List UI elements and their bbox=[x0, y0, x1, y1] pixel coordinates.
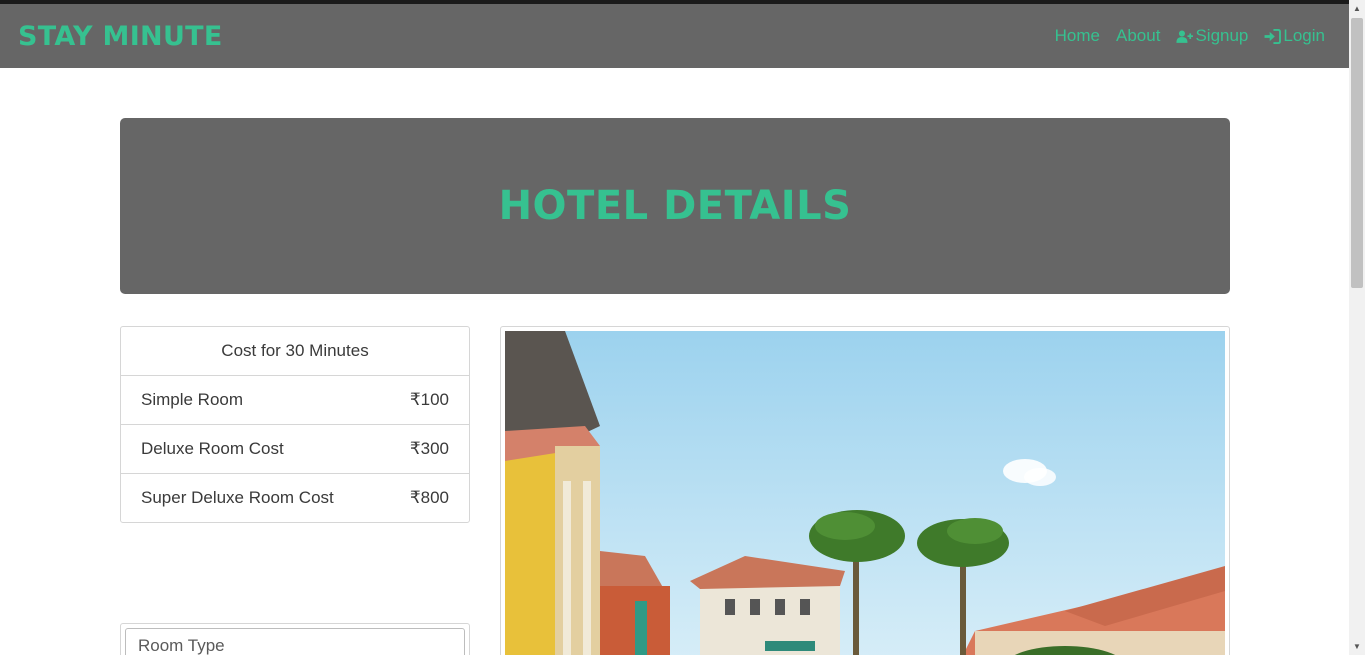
navbar: STAY MINUTE Home About Signup Login bbox=[0, 4, 1349, 68]
nav-login-label: Login bbox=[1283, 26, 1325, 45]
room-name: Deluxe Room Cost bbox=[141, 439, 284, 458]
nav-home-label: Home bbox=[1054, 26, 1101, 45]
nav-login-link[interactable]: Login bbox=[1264, 26, 1325, 46]
nav-home-link[interactable]: Home bbox=[1055, 26, 1100, 46]
price-row: Simple Room ₹100 bbox=[121, 376, 469, 425]
hotel-photo-card bbox=[500, 326, 1230, 655]
price-row: Deluxe Room Cost ₹300 bbox=[121, 425, 469, 474]
nav-about-label: About bbox=[1116, 26, 1161, 45]
user-plus-icon bbox=[1176, 29, 1194, 43]
nav-signup-link[interactable]: Signup bbox=[1176, 26, 1248, 46]
price-row: Super Deluxe Room Cost ₹800 bbox=[121, 474, 469, 522]
nav-signup-label: Signup bbox=[1195, 26, 1249, 45]
scrollbar-thumb[interactable] bbox=[1351, 18, 1363, 288]
nav-about-link[interactable]: About bbox=[1116, 26, 1160, 46]
sign-in-icon bbox=[1264, 28, 1282, 44]
scroll-down-arrow-icon[interactable]: ▼ bbox=[1351, 640, 1363, 654]
page-title: HOTEL DETAILS bbox=[498, 183, 852, 229]
room-price: ₹800 bbox=[409, 488, 449, 507]
scroll-up-arrow-icon[interactable]: ▲ bbox=[1351, 2, 1363, 16]
nav-links: Home About Signup Login bbox=[1055, 26, 1325, 46]
room-name: Super Deluxe Room Cost bbox=[141, 488, 334, 507]
booking-form-card bbox=[120, 623, 470, 655]
hero-banner: HOTEL DETAILS bbox=[120, 118, 1230, 294]
pricing-card: Cost for 30 Minutes Simple Room ₹100 Del… bbox=[120, 326, 470, 523]
room-price: ₹300 bbox=[409, 439, 449, 458]
brand-logo[interactable]: STAY MINUTE bbox=[18, 21, 223, 52]
hotel-photo bbox=[505, 331, 1225, 655]
room-name: Simple Room bbox=[141, 390, 244, 409]
room-price: ₹100 bbox=[409, 390, 449, 409]
pricing-heading: Cost for 30 Minutes bbox=[121, 327, 469, 376]
room-type-input[interactable] bbox=[125, 628, 465, 655]
